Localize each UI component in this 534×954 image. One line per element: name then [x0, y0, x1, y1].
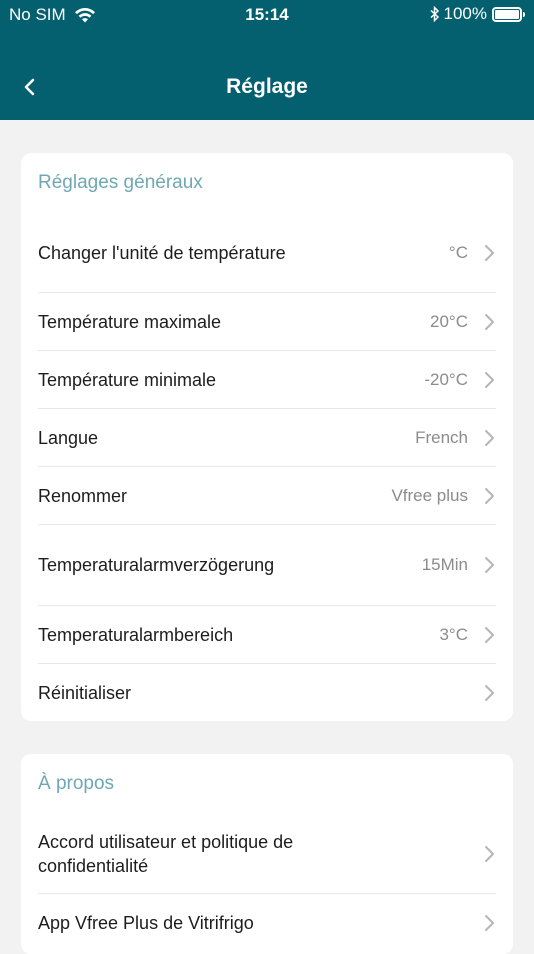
status-bar: No SIM 15:14 100%: [0, 0, 534, 28]
about-title: À propos: [38, 773, 115, 794]
setting-value: 15Min: [421, 555, 468, 574]
setting-value: 3°C: [439, 624, 468, 644]
setting-temperature-unit[interactable]: Changer l'unité de température °C: [38, 213, 496, 293]
nav-bar: Réglage: [0, 55, 534, 120]
battery-icon: [492, 6, 525, 22]
setting-label: Température minimale: [38, 369, 217, 390]
about-label: App Vfree Plus de Vitrifrigo: [38, 913, 254, 933]
chevron-right-icon: [485, 684, 494, 701]
setting-value: °C: [448, 242, 468, 262]
setting-reset[interactable]: Réinitialiser: [38, 664, 496, 721]
chevron-right-icon: [485, 244, 494, 261]
setting-label: Température maximale: [38, 311, 222, 332]
chevron-right-icon: [485, 487, 494, 504]
chevron-right-icon: [485, 429, 494, 446]
setting-label: Langue: [38, 427, 99, 448]
setting-label: Temperaturalarmbereich: [38, 624, 234, 645]
about-user-agreement[interactable]: Accord utilisateur et politique de confi…: [38, 814, 496, 894]
chevron-right-icon: [485, 845, 494, 862]
chevron-right-icon: [485, 915, 494, 931]
page-title: Réglage: [226, 75, 308, 98]
setting-min-temperature[interactable]: Température minimale -20°C: [38, 351, 496, 409]
general-settings-card: Réglages généraux Changer l'unité de tem…: [21, 153, 513, 721]
battery-percent: 100%: [443, 4, 487, 23]
setting-max-temperature[interactable]: Température maximale 20°C: [38, 293, 496, 351]
app-header: No SIM 15:14 100% Réglage: [0, 0, 534, 120]
status-right: 100%: [430, 4, 525, 24]
setting-value: French: [415, 427, 468, 447]
about-label: Accord utilisateur et politique de confi…: [38, 831, 294, 876]
setting-label: Renommer: [38, 485, 128, 506]
setting-value: 20°C: [430, 311, 468, 331]
chevron-right-icon: [485, 557, 494, 573]
about-app-info[interactable]: App Vfree Plus de Vitrifrigo: [38, 894, 496, 952]
chevron-right-icon: [485, 371, 494, 388]
setting-value: -20°C: [424, 369, 468, 389]
setting-label: Temperaturalarmverzögerung: [38, 555, 275, 575]
about-card: À propos Accord utilisateur et politique…: [21, 754, 513, 954]
chevron-right-icon: [485, 313, 494, 330]
setting-alarm-range[interactable]: Temperaturalarmbereich 3°C: [38, 606, 496, 664]
setting-label: Réinitialiser: [38, 682, 132, 703]
setting-language[interactable]: Langue French: [38, 409, 496, 467]
general-settings-title: Réglages généraux: [38, 172, 203, 193]
bluetooth-icon: [430, 6, 439, 22]
setting-label: Changer l'unité de température: [38, 242, 286, 263]
setting-alarm-delay[interactable]: Temperaturalarmverzögerung 15Min: [38, 525, 496, 606]
chevron-right-icon: [485, 626, 494, 643]
setting-rename[interactable]: Renommer Vfree plus: [38, 467, 496, 525]
setting-value: Vfree plus: [391, 485, 468, 505]
